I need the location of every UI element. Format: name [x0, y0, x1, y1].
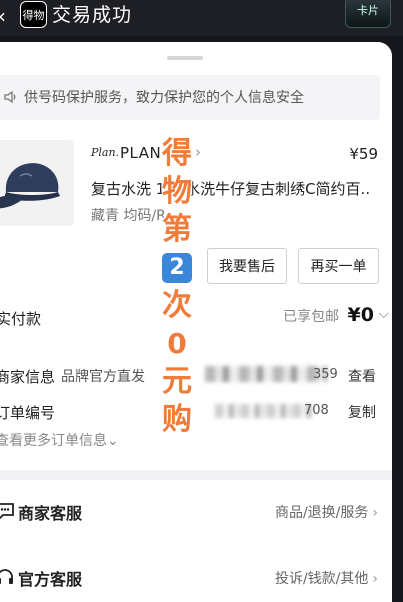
merchant-service-link[interactable]: 商品/退换/服务 › — [275, 502, 378, 522]
notice-text: 供号码保护服务，致力保护您的个人信息安全 — [24, 90, 304, 106]
promo-char: 次 — [162, 288, 192, 323]
privacy-notice: 供号码保护服务，致力保护您的个人信息安全 — [0, 75, 380, 120]
official-service-link[interactable]: 投诉/钱款/其他 › — [275, 568, 378, 588]
more-order-info-text: 查看更多订单信息 — [0, 433, 107, 449]
order-number-label: 订单编号 — [0, 404, 56, 422]
section-divider — [0, 470, 392, 480]
promo-char: 购 — [162, 402, 192, 437]
cap-image — [0, 163, 60, 209]
product-title[interactable]: 复古水洗 1 做水洗牛仔复古刺绣C简约百... — [91, 178, 371, 199]
after-sale-button[interactable]: 我要售后 — [207, 248, 287, 284]
product-spec: 藏青 均码/R — [91, 208, 166, 224]
chevron-down-icon[interactable]: ⌵ — [378, 306, 389, 322]
merchant-service-label[interactable]: 商家客服 — [18, 500, 82, 524]
page-title: 交易成功 — [52, 4, 133, 26]
view-link[interactable]: 查看 — [348, 366, 376, 386]
promo-number-badge: 2 — [162, 253, 192, 283]
brand-logo: Plan. — [91, 146, 120, 159]
chevron-right-icon[interactable]: › — [195, 143, 201, 161]
app-logo: 得物 — [20, 1, 47, 28]
promo-char: 0 — [167, 327, 187, 360]
merchant-number-tail: 359 — [313, 367, 338, 382]
chat-icon — [0, 503, 14, 520]
headset-icon — [0, 569, 13, 584]
back-icon[interactable]: ‹ — [0, 4, 6, 28]
redacted-order-number — [215, 404, 311, 418]
promo-char: 物 — [162, 174, 192, 209]
promo-char: 第 — [162, 212, 192, 247]
product-image[interactable] — [0, 140, 74, 226]
promo-overlay: 得 物 第 2 次 0 元 购 — [159, 135, 195, 439]
top-bar: ‹ 得物 交易成功 卡片 — [0, 0, 403, 36]
promo-char: 得 — [162, 136, 192, 171]
merchant-info-value: 品牌官方直发 — [61, 369, 145, 385]
shipping-note: 已享包邮 — [283, 309, 340, 325]
payment-amount: ¥0 — [347, 304, 374, 326]
payment-summary[interactable]: 已享包邮 ¥0 — [283, 304, 374, 326]
merchant-info-label: 商家信息 — [0, 368, 56, 386]
order-number-tail: 708 — [304, 403, 329, 418]
merchant-service-topics: 商品/退换/服务 — [274, 505, 369, 521]
copy-button[interactable]: 复制 — [348, 402, 376, 422]
more-order-info-link[interactable]: 查看更多订单信息⌄ — [0, 430, 119, 450]
chevron-down-icon: ⌄ — [107, 433, 119, 449]
card-button[interactable]: 卡片 — [345, 0, 391, 28]
order-sheet: 供号码保护服务，致力保护您的个人信息安全 Plan. PLAN IN › ¥59… — [0, 42, 392, 602]
product-price: ¥59 — [349, 145, 378, 163]
official-service-topics: 投诉/钱款/其他 — [274, 571, 369, 587]
buy-again-button[interactable]: 再买一单 — [298, 248, 379, 284]
speaker-icon — [4, 90, 16, 104]
redacted-phone — [205, 366, 327, 382]
promo-char: 元 — [162, 364, 192, 399]
official-service-label[interactable]: 官方客服 — [18, 566, 82, 590]
chevron-right-icon: › — [372, 571, 378, 587]
drag-handle[interactable] — [167, 56, 203, 60]
chevron-right-icon: › — [372, 505, 378, 521]
